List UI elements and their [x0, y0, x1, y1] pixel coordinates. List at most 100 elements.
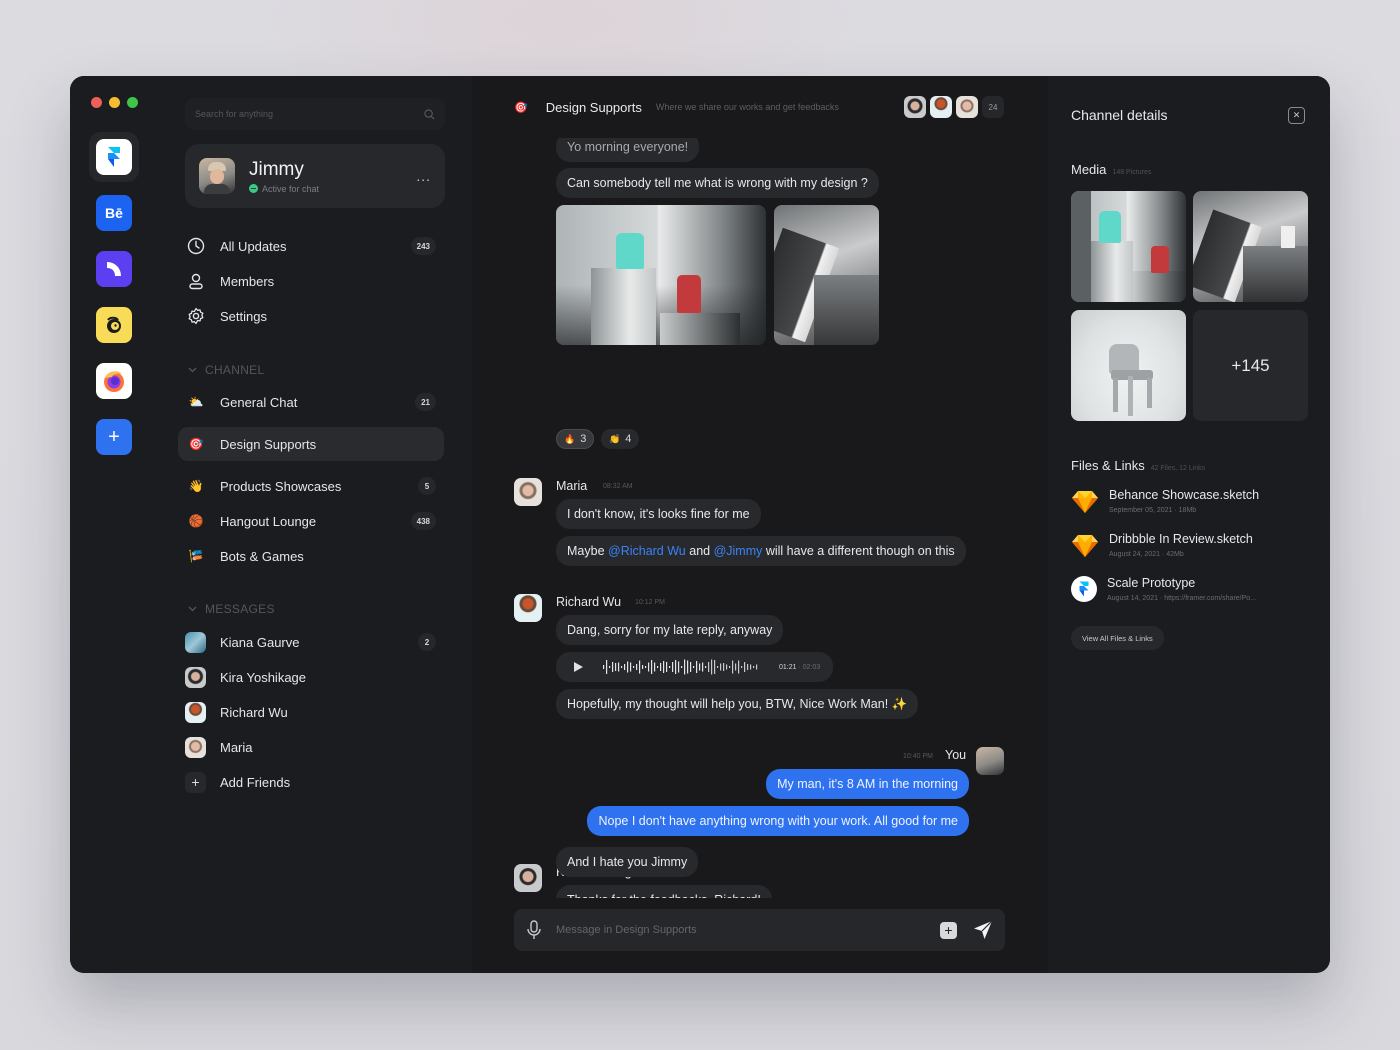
- channel-members[interactable]: 24: [904, 96, 1004, 118]
- member-avatar[interactable]: [904, 96, 926, 118]
- profile-more-button[interactable]: ...: [416, 168, 431, 184]
- waveform-bar: [645, 666, 647, 668]
- message-time: 10:12 PM: [635, 599, 665, 606]
- my-message-bubble: Nope I don't have anything wrong with yo…: [587, 806, 969, 836]
- dm-label: Kira Yoshikage: [220, 669, 307, 685]
- dm-maria[interactable]: Maria: [178, 730, 444, 764]
- maximize-window-button[interactable]: [127, 97, 138, 108]
- play-icon[interactable]: [573, 662, 583, 672]
- framer-icon: [1071, 576, 1097, 602]
- media-more-button[interactable]: +145: [1193, 310, 1308, 421]
- details-title: Channel details: [1071, 107, 1168, 123]
- dm-kiana-gaurve[interactable]: Kiana Gaurve 2: [178, 625, 444, 659]
- add-app-button[interactable]: +: [96, 419, 132, 455]
- nav-members[interactable]: Members: [178, 264, 444, 298]
- profile-card[interactable]: Jimmy Active for chat ...: [185, 144, 445, 208]
- file-item[interactable]: Dribbble In Review.sketch August 24, 202…: [1071, 532, 1311, 560]
- files-heading: Files & Links 42 Files, 12 Links: [1071, 458, 1205, 473]
- image-attachment-chairs[interactable]: [556, 205, 766, 345]
- maria-avatar[interactable]: [514, 478, 542, 506]
- waveform-bar: [666, 662, 668, 672]
- framer-icon: [108, 147, 120, 167]
- search-input[interactable]: [195, 109, 424, 119]
- message-bubble-mentions: Maybe @Richard Wu and @Jimmy will have a…: [556, 536, 966, 566]
- file-meta: September 05, 2021 · 18Mb: [1109, 507, 1197, 514]
- sender-name[interactable]: Richard Wu: [556, 595, 621, 609]
- app-behance[interactable]: Bē: [96, 195, 132, 231]
- member-count[interactable]: 24: [982, 96, 1004, 118]
- chevron-down-icon: [188, 367, 197, 373]
- add-friends-button[interactable]: + Add Friends: [178, 765, 444, 799]
- close-details-button[interactable]: ✕: [1288, 107, 1305, 124]
- media-heading: Media 148 Pictures: [1071, 162, 1151, 177]
- sender-name[interactable]: Maria: [556, 479, 587, 493]
- link-name: Scale Prototype: [1107, 576, 1196, 590]
- waveform-bar: [690, 662, 692, 672]
- channel-badge: 5: [418, 477, 436, 495]
- waveform-bar: [753, 666, 755, 668]
- close-window-button[interactable]: [91, 97, 102, 108]
- minimize-window-button[interactable]: [109, 97, 120, 108]
- nav-settings[interactable]: Settings: [178, 299, 444, 333]
- reaction-fire[interactable]: 🔥 3: [556, 429, 595, 449]
- message-time: 08:32 AM: [603, 483, 633, 490]
- dm-kira-yoshikage[interactable]: Kira Yoshikage: [178, 660, 444, 694]
- section-heading: MESSAGES: [205, 602, 275, 616]
- attach-button[interactable]: +: [940, 921, 957, 939]
- app-framer[interactable]: [96, 139, 132, 175]
- channel-badge: 21: [415, 393, 436, 411]
- send-icon[interactable]: [973, 920, 993, 940]
- mention-jimmy[interactable]: @Jimmy: [714, 544, 763, 558]
- channel-section-toggle[interactable]: CHANNEL: [188, 363, 264, 377]
- app-linear[interactable]: [96, 251, 132, 287]
- reaction-count: 3: [580, 433, 587, 445]
- channel-bots-games[interactable]: 🎏 Bots & Games: [178, 539, 444, 573]
- chat-panel: 🎯 Design Supports Where we share our wor…: [472, 76, 1048, 973]
- message-time: 10:40 PM: [903, 753, 933, 760]
- text: and: [685, 544, 714, 558]
- target-icon: 🎯: [514, 101, 528, 114]
- message-input[interactable]: [556, 924, 940, 936]
- kira-avatar[interactable]: [514, 864, 542, 892]
- waveform-bar: [612, 662, 614, 672]
- you-avatar[interactable]: [976, 747, 1004, 775]
- nav-all-updates[interactable]: All Updates 243: [178, 229, 444, 263]
- message-composer: +: [514, 909, 1005, 951]
- mention-richard[interactable]: @Richard Wu: [608, 544, 686, 558]
- waveform-bar: [732, 660, 734, 674]
- messages-section-toggle[interactable]: MESSAGES: [188, 602, 275, 616]
- sun-cloud-icon: ⛅: [188, 395, 204, 409]
- search-icon[interactable]: [424, 108, 435, 120]
- channel-hangout-lounge[interactable]: 🏀 Hangout Lounge 438: [178, 504, 444, 538]
- media-thumb-chairs[interactable]: [1071, 191, 1186, 302]
- channel-design-supports[interactable]: 🎯 Design Supports: [178, 427, 444, 461]
- reaction-clap[interactable]: 👏 4: [601, 429, 640, 449]
- file-item[interactable]: Behance Showcase.sketch September 05, 20…: [1071, 488, 1311, 516]
- channel-products-showcases[interactable]: 👋 Products Showcases 5: [178, 469, 444, 503]
- microphone-icon[interactable]: [526, 920, 542, 940]
- channel-general-chat[interactable]: ⛅ General Chat 21: [178, 385, 444, 419]
- media-thumb-chair[interactable]: [1071, 310, 1186, 421]
- chevron-down-icon: [188, 606, 197, 612]
- link-item[interactable]: Scale Prototype August 14, 2021 · https:…: [1071, 576, 1311, 602]
- plus-icon: +: [185, 771, 206, 793]
- message-list[interactable]: Yo morning everyone! Can somebody tell m…: [472, 138, 1048, 898]
- waveform-bar: [681, 666, 683, 668]
- profile-name: Jimmy: [249, 158, 304, 180]
- image-attachment-blocks[interactable]: [774, 205, 879, 345]
- view-all-files-button[interactable]: View All Files & Links: [1071, 626, 1164, 650]
- dm-richard-wu[interactable]: Richard Wu: [178, 695, 444, 729]
- app-mailchimp[interactable]: [96, 307, 132, 343]
- media-thumb-blocks[interactable]: [1193, 191, 1308, 302]
- waveform-bar: [696, 661, 698, 673]
- search-bar[interactable]: [185, 98, 445, 130]
- waveform-bar: [738, 660, 740, 674]
- file-name: Dribbble In Review.sketch: [1109, 532, 1253, 546]
- app-firefox[interactable]: [96, 363, 132, 399]
- behance-icon: Bē: [105, 205, 123, 221]
- my-message-bubble: My man, it's 8 AM in the morning: [766, 769, 969, 799]
- member-avatar[interactable]: [930, 96, 952, 118]
- richard-avatar[interactable]: [514, 594, 542, 622]
- audio-waveform[interactable]: [603, 659, 759, 675]
- member-avatar[interactable]: [956, 96, 978, 118]
